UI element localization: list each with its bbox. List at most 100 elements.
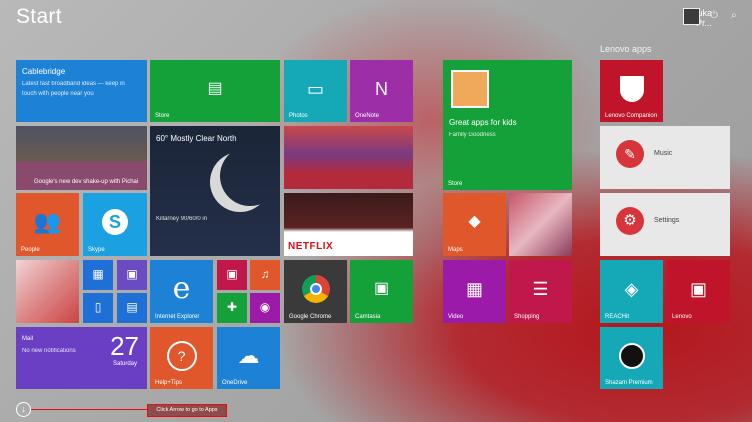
- settings-gear-icon: ⚙: [616, 207, 644, 235]
- store-label: Store: [155, 113, 170, 119]
- lenovo-companion-tile[interactable]: Lenovo Companion: [600, 60, 663, 122]
- lenovo-companion-label: Lenovo Companion: [605, 113, 658, 119]
- help-tile[interactable]: ? Help+Tips: [150, 327, 213, 389]
- media-tile[interactable]: NETFLIX: [284, 193, 413, 256]
- ie-label: Internet Explorer: [155, 314, 200, 320]
- maps-label: Maps: [448, 247, 463, 253]
- shazam-label: Shazam Premium: [605, 380, 653, 386]
- ie-icon: e: [172, 270, 191, 306]
- chrome-icon: [301, 274, 330, 303]
- camtasia-tile[interactable]: ▣ Camtasia: [350, 260, 413, 323]
- onenote-icon: N: [375, 78, 388, 99]
- shazam-icon: [618, 342, 645, 369]
- maps-tile[interactable]: ◆ Maps: [443, 193, 506, 256]
- store-icon: ▤: [207, 79, 223, 97]
- camera-icon: ◉: [259, 299, 271, 314]
- small-tile-2-icon: ▣: [126, 266, 138, 281]
- page-title: Start: [16, 5, 62, 28]
- weather-tile[interactable]: 60° Mostly Clear North Killarney 90/60/0 …: [150, 126, 280, 256]
- shopping-tile[interactable]: ☰ Shopping: [509, 260, 572, 323]
- small-tile-game[interactable]: ✚: [217, 293, 247, 323]
- cablebridge-tile[interactable]: Cablebridge Latest fast broadband ideas —…: [16, 60, 147, 122]
- onedrive-label: OneDrive: [222, 380, 248, 386]
- shazam-tile[interactable]: Shazam Premium: [600, 327, 663, 389]
- video-icon: ▣: [226, 266, 238, 281]
- pen-icon: ✎: [616, 140, 644, 168]
- small-tile-2[interactable]: ▣: [117, 260, 147, 290]
- cablebridge-sub: Latest fast broadband ideas — keep in to…: [22, 81, 125, 97]
- user-avatar[interactable]: [683, 8, 700, 25]
- reachit-tile[interactable]: ◈ REACHit: [600, 260, 663, 323]
- news-tile[interactable]: Google's new dev shake-up with Pichai: [16, 126, 147, 190]
- group-label: Lenovo apps: [600, 44, 652, 54]
- skype-tile[interactable]: S Skype: [83, 193, 147, 256]
- moon-icon: [220, 146, 280, 206]
- reachit-label: REACHit: [605, 314, 630, 320]
- settings-wide-tile-1[interactable]: ✎ Music: [600, 126, 730, 189]
- small-tile-4-icon: ▤: [126, 299, 138, 314]
- settings-label: Settings: [654, 217, 680, 224]
- maps-icon: ◆: [468, 212, 481, 230]
- weather-range: Killarney 90/60/0 in: [156, 216, 208, 222]
- shield-icon: [619, 75, 644, 102]
- small-tile-video[interactable]: ▣: [217, 260, 247, 290]
- photoshop-tile[interactable]: [509, 193, 572, 256]
- photos-tile[interactable]: ▭ Photos: [284, 60, 347, 122]
- arrow-down-icon[interactable]: ↓: [16, 402, 31, 417]
- onenote-label: OneNote: [355, 113, 380, 119]
- kids-apps-image: [451, 70, 489, 108]
- mail-sub: No new notifications: [22, 348, 76, 354]
- camtasia-icon: ▣: [373, 279, 390, 297]
- small-tile-1-icon: ▦: [92, 266, 104, 281]
- cloud-icon: ☁: [237, 342, 260, 368]
- small-tile-music[interactable]: ♫: [250, 260, 280, 290]
- small-tile-3-icon: ▯: [94, 299, 102, 314]
- search-icon[interactable]: ⌕: [731, 10, 737, 21]
- reachit-icon: ◈: [624, 278, 639, 299]
- annotation-callout: Click Arrow to go to Apps: [147, 404, 227, 417]
- date-weekday: Saturday: [112, 361, 137, 367]
- small-tile-3[interactable]: ▯: [83, 293, 113, 323]
- help-label: Help+Tips: [155, 380, 182, 386]
- chrome-label: Google Chrome: [289, 314, 332, 320]
- video-tile[interactable]: ▦ Video: [443, 260, 506, 323]
- mail-title: Mail: [22, 336, 34, 342]
- weather-temp: 60° Mostly Clear North: [156, 134, 237, 143]
- date-day: 27: [110, 331, 139, 361]
- help-icon: ?: [166, 340, 197, 371]
- kids-apps-label: Store: [448, 181, 463, 187]
- settings-wide-tile-2[interactable]: ⚙ Settings: [600, 193, 730, 256]
- skype-icon: S: [102, 208, 128, 235]
- onedrive-tile[interactable]: ☁ OneDrive: [217, 327, 280, 389]
- photos-label: Photos: [289, 113, 308, 119]
- lenovo-red-tile[interactable]: ▣ Lenovo: [667, 260, 730, 323]
- shopping-icon: ☰: [532, 278, 549, 299]
- camtasia-label: Camtasia: [355, 314, 381, 320]
- chrome-tile[interactable]: Google Chrome: [284, 260, 347, 323]
- lenovo-red-icon: ▣: [689, 278, 708, 299]
- settings-wide-1-text: Music: [654, 150, 673, 157]
- kids-apps-sub: Family Goodness: [449, 132, 496, 138]
- people-icon: 👥: [33, 208, 62, 234]
- ie-tile[interactable]: e Internet Explorer: [150, 260, 213, 323]
- headphones-icon: ♫: [260, 266, 270, 281]
- netflix-label: NETFLIX: [288, 241, 334, 252]
- cablebridge-title: Cablebridge: [22, 67, 66, 76]
- video-app-icon: ▦: [465, 278, 484, 299]
- sports-tile[interactable]: [284, 126, 413, 189]
- people-tile[interactable]: 👥 People: [16, 193, 79, 256]
- power-icon[interactable]: ⏻: [710, 10, 718, 21]
- photo-tile[interactable]: [16, 260, 79, 323]
- small-tile-camera[interactable]: ◉: [250, 293, 280, 323]
- kids-apps-tile[interactable]: Great apps for kids Family Goodness Store: [443, 60, 572, 190]
- skype-label: Skype: [88, 247, 105, 253]
- mail-tile[interactable]: Mail No new notifications 27 Saturday: [16, 327, 147, 389]
- annotation-arrow-line: [31, 409, 147, 410]
- store-tile[interactable]: ▤ Store: [150, 60, 280, 122]
- onenote-tile[interactable]: N OneNote: [350, 60, 413, 122]
- photos-icon: ▭: [306, 78, 325, 99]
- small-tile-4[interactable]: ▤: [117, 293, 147, 323]
- small-tile-1[interactable]: ▦: [83, 260, 113, 290]
- people-label: People: [21, 247, 40, 253]
- video-label: Video: [448, 314, 464, 320]
